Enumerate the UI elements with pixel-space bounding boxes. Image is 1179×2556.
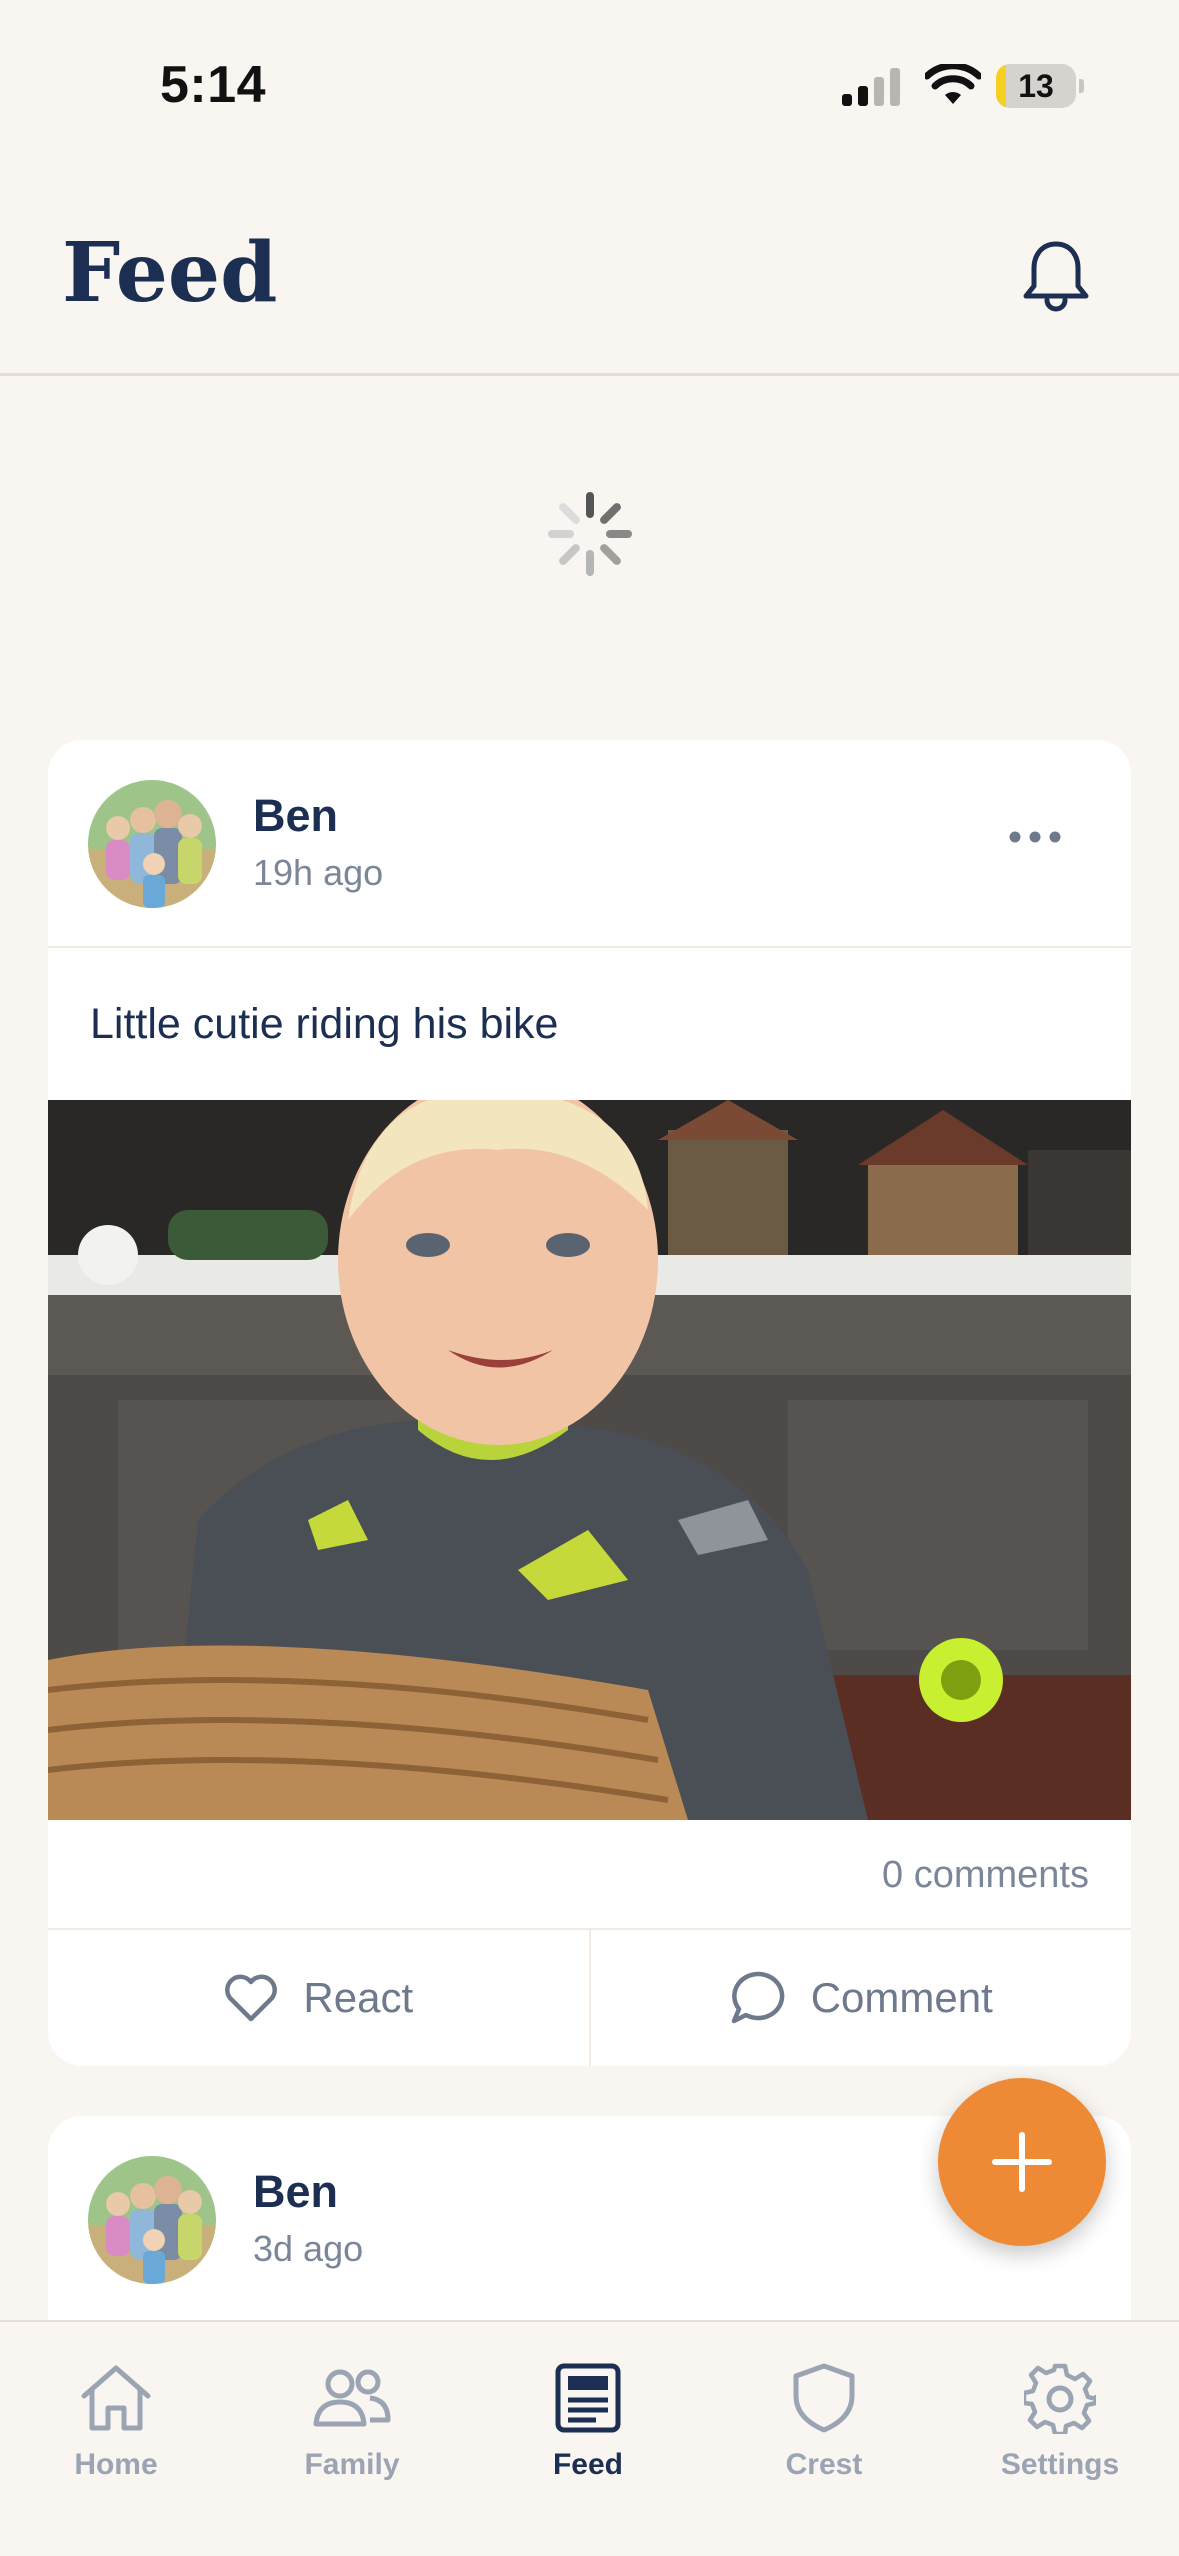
comment-icon xyxy=(731,1971,785,2024)
tab-bar: Home Family Feed Crest Settings xyxy=(0,2320,1179,2556)
header: Feed xyxy=(0,150,1179,376)
react-button[interactable]: React xyxy=(48,1930,589,2066)
plus-icon xyxy=(992,2132,1052,2192)
post-time: 19h ago xyxy=(253,852,384,893)
author-name[interactable]: Ben xyxy=(253,790,338,842)
avatar[interactable] xyxy=(88,2156,216,2284)
tab-home[interactable]: Home xyxy=(16,2358,216,2482)
avatar[interactable] xyxy=(88,780,216,908)
tab-label: Home xyxy=(74,2448,158,2481)
author-name[interactable]: Ben xyxy=(253,2166,338,2218)
battery-nub xyxy=(1079,79,1084,93)
heart-icon xyxy=(225,1974,278,2022)
status-bar: 5:14 13 xyxy=(0,0,1179,150)
tab-settings[interactable]: Settings xyxy=(960,2358,1160,2482)
tab-label: Feed xyxy=(552,2448,624,2481)
tab-crest[interactable]: Crest xyxy=(724,2358,924,2482)
post-actions: React Comment xyxy=(48,1930,1131,2066)
home-icon xyxy=(81,2365,151,2431)
add-post-button[interactable] xyxy=(938,2078,1106,2246)
tab-label: Crest xyxy=(785,2448,863,2481)
more-options-icon[interactable] xyxy=(1008,830,1062,844)
newspaper-icon xyxy=(555,2363,621,2433)
post-photo[interactable] xyxy=(48,1100,1131,1820)
post-time: 3d ago xyxy=(253,2228,364,2269)
people-icon xyxy=(313,2369,391,2427)
gear-icon xyxy=(1024,2363,1096,2434)
tab-family[interactable]: Family xyxy=(252,2358,452,2482)
loading-spinner xyxy=(548,492,632,576)
page-title: Feed xyxy=(62,225,278,321)
shield-icon xyxy=(793,2363,855,2433)
tab-feed[interactable]: Feed xyxy=(488,2358,688,2482)
post-card: Ben 19h ago Little cutie riding his bike xyxy=(48,740,1131,2066)
tab-label: Settings xyxy=(1000,2448,1120,2481)
comment-button[interactable]: Comment xyxy=(588,1930,1132,2066)
post-text: Little cutie riding his bike xyxy=(90,1000,559,1048)
signal-icon xyxy=(842,68,900,106)
wifi-icon xyxy=(925,64,981,104)
comments-count[interactable]: 0 comments xyxy=(48,1820,1131,1930)
status-time: 5:14 xyxy=(160,56,267,114)
tab-label: Family xyxy=(304,2448,400,2481)
battery-icon: 13 xyxy=(996,64,1076,108)
react-label: React xyxy=(303,1974,414,2021)
post-header: Ben 19h ago xyxy=(48,740,1131,948)
battery-percent: 13 xyxy=(1018,68,1054,104)
bell-icon[interactable] xyxy=(1020,238,1092,314)
comment-label: Comment xyxy=(810,1974,993,2021)
